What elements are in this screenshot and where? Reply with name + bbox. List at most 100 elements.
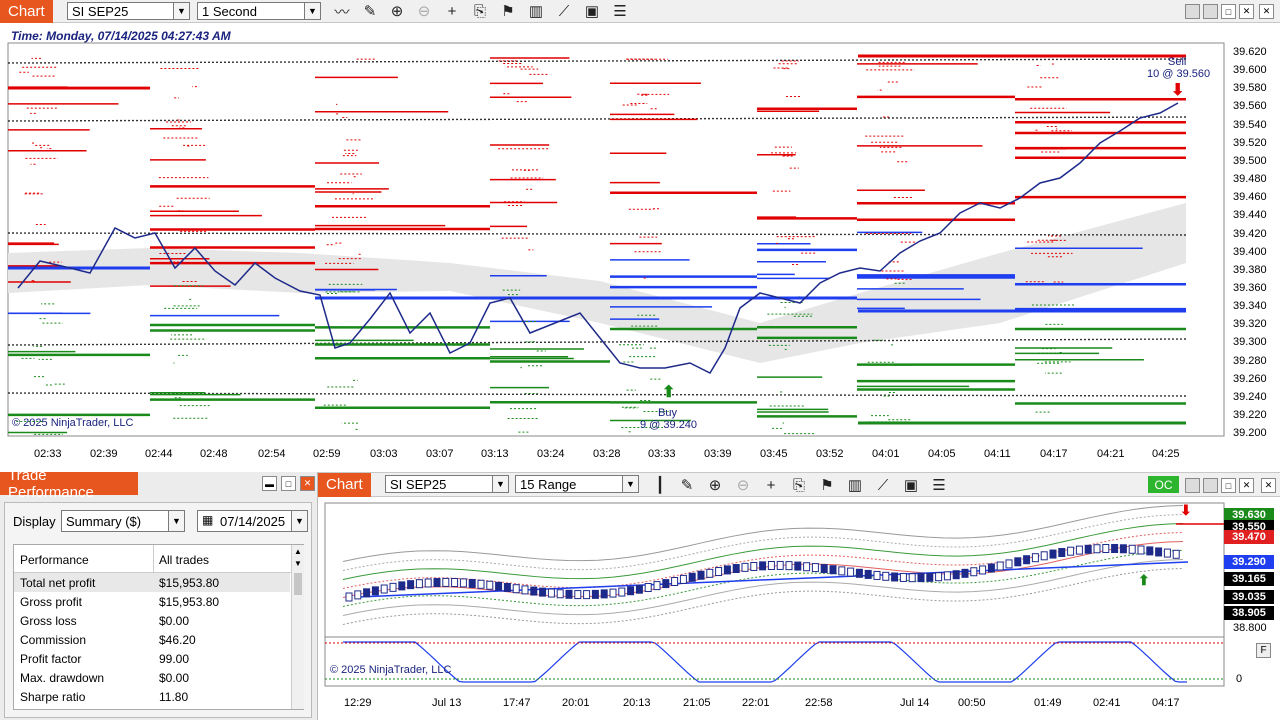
minimize-icon[interactable]: ▬ bbox=[262, 476, 277, 491]
restore-icon[interactable] bbox=[1203, 478, 1218, 493]
bar-type-icon[interactable]: ┃ bbox=[650, 475, 670, 495]
column-header-all-trades[interactable]: All trades bbox=[159, 553, 209, 567]
bottom-chart-tab[interactable]: Chart bbox=[318, 472, 371, 497]
drawing-tool-icon[interactable]: ⟋ bbox=[873, 475, 893, 495]
bottom-axis-low: 38.800 bbox=[1233, 622, 1267, 634]
price-tick-label: 39.520 bbox=[1233, 136, 1267, 149]
time-tick-label: 04:17 bbox=[1152, 697, 1180, 709]
column-header-performance[interactable]: Performance bbox=[20, 553, 89, 567]
candle bbox=[794, 561, 802, 571]
row-value: $15,953.80 bbox=[159, 594, 220, 609]
zoom-out-icon[interactable]: ⊖ bbox=[733, 475, 753, 495]
candle bbox=[539, 587, 547, 597]
price-tick-label: 39.540 bbox=[1233, 118, 1267, 131]
close-window-icon[interactable]: ✕ bbox=[1261, 478, 1276, 493]
time-tick-label: 04:17 bbox=[1040, 448, 1068, 460]
candle bbox=[926, 572, 934, 582]
time-tick-label: 04:11 bbox=[984, 448, 1011, 460]
maximize-icon[interactable]: □ bbox=[281, 476, 296, 491]
indicator-icon[interactable]: ▥ bbox=[845, 475, 865, 495]
close-icon[interactable]: ✕ bbox=[1239, 478, 1254, 493]
table-row[interactable]: Gross loss $0.00 bbox=[14, 611, 290, 630]
interval-value: 1 Second bbox=[202, 3, 257, 19]
drawing-tool-icon[interactable]: ⟋ bbox=[554, 1, 574, 21]
table-row[interactable]: Profit factor 99.00 bbox=[14, 649, 290, 668]
indicator-icon[interactable]: ▥ bbox=[526, 1, 546, 21]
strategy-icon[interactable]: ⚑ bbox=[817, 475, 837, 495]
candle bbox=[1111, 544, 1119, 554]
time-tick-label: 04:25 bbox=[1152, 448, 1180, 460]
candle bbox=[433, 578, 441, 588]
crosshair-icon[interactable]: + bbox=[442, 1, 462, 21]
bottom-interval-selector[interactable]: 15 Range ▼ bbox=[515, 475, 639, 493]
data-box-icon[interactable]: ▣ bbox=[582, 1, 602, 21]
chart-tab[interactable]: Chart bbox=[0, 0, 53, 23]
panel-toggle-icon[interactable]: F bbox=[1256, 643, 1271, 658]
table-scrollbar[interactable]: ▲ ▼ bbox=[291, 545, 304, 709]
candle bbox=[627, 586, 635, 596]
zoom-in-icon[interactable]: ⊕ bbox=[387, 1, 407, 21]
candle bbox=[477, 579, 485, 589]
candle bbox=[495, 581, 503, 591]
price-tick-label: 39.380 bbox=[1233, 263, 1267, 276]
date-selector[interactable]: ▦ 07/14/2025 ▼ bbox=[197, 510, 308, 532]
oc-button[interactable]: OC bbox=[1148, 476, 1179, 493]
candle bbox=[345, 592, 353, 602]
candle bbox=[1172, 549, 1180, 559]
candle bbox=[750, 561, 758, 571]
candle bbox=[591, 589, 599, 599]
table-row[interactable]: Max. drawdown $0.00 bbox=[14, 668, 290, 687]
price-tick-label: 39.400 bbox=[1233, 245, 1267, 258]
crosshair-icon[interactable]: + bbox=[761, 475, 781, 495]
data-box-icon[interactable]: ▣ bbox=[901, 475, 921, 495]
bottom-interval-value: 15 Range bbox=[520, 476, 577, 492]
zoom-out-icon[interactable]: ⊖ bbox=[414, 1, 434, 21]
candle bbox=[1067, 546, 1075, 556]
instrument-selector[interactable]: SI SEP25 ▼ bbox=[67, 2, 190, 20]
candle bbox=[873, 570, 881, 580]
bottom-instrument-selector[interactable]: SI SEP25 ▼ bbox=[385, 475, 509, 493]
table-row[interactable]: Total net profit $15,953.80 bbox=[14, 573, 290, 592]
restore-icon[interactable] bbox=[1203, 4, 1218, 19]
chevron-down-icon: ▼ bbox=[492, 476, 508, 492]
time-tick-label: 03:45 bbox=[760, 448, 788, 460]
top-chart-toolbar: Chart bbox=[0, 0, 1280, 23]
list-icon[interactable]: ☰ bbox=[610, 1, 630, 21]
close-icon[interactable]: ✕ bbox=[1239, 4, 1254, 19]
trade-performance-title[interactable]: Trade Performance bbox=[0, 467, 138, 501]
properties-icon[interactable]: ⎘ bbox=[470, 1, 490, 21]
maximize-icon[interactable]: □ bbox=[1221, 478, 1236, 493]
table-row[interactable]: Gross profit $15,953.80 bbox=[14, 592, 290, 611]
pencil-icon[interactable]: ✎ bbox=[360, 1, 380, 21]
chevron-down-icon: ▼ bbox=[168, 511, 184, 531]
close-icon[interactable]: ✕ bbox=[300, 476, 315, 491]
table-row[interactable]: Commission $46.20 bbox=[14, 630, 290, 649]
interval-selector[interactable]: 1 Second ▼ bbox=[197, 2, 321, 20]
range-chart[interactable] bbox=[318, 497, 1280, 720]
scroll-up-icon[interactable]: ▲ bbox=[294, 547, 302, 556]
minimize-icon[interactable] bbox=[1185, 4, 1200, 19]
scrollbar-thumb[interactable] bbox=[294, 573, 302, 595]
pencil-icon[interactable]: ✎ bbox=[677, 475, 697, 495]
price-tick-label: 39.440 bbox=[1233, 209, 1267, 222]
price-tick-label: 39.300 bbox=[1233, 336, 1267, 349]
price-tick-label: 39.480 bbox=[1233, 173, 1267, 186]
candle bbox=[979, 565, 987, 575]
properties-icon[interactable]: ⎘ bbox=[789, 475, 809, 495]
strategy-icon[interactable]: ⚑ bbox=[498, 1, 518, 21]
line-icon[interactable]: 〰 bbox=[332, 1, 352, 21]
candle bbox=[829, 565, 837, 575]
row-label: Profit factor bbox=[20, 651, 82, 666]
candle bbox=[644, 582, 652, 592]
scroll-down-icon[interactable]: ▼ bbox=[294, 559, 302, 568]
minimize-icon[interactable] bbox=[1185, 478, 1200, 493]
table-row[interactable]: Sharpe ratio 11.80 bbox=[14, 687, 290, 706]
close-window-icon[interactable]: ✕ bbox=[1259, 4, 1274, 19]
zoom-in-icon[interactable]: ⊕ bbox=[705, 475, 725, 495]
list-icon[interactable]: ☰ bbox=[929, 475, 949, 495]
display-selector[interactable]: Summary ($) ▼ bbox=[61, 510, 185, 532]
maximize-icon[interactable]: □ bbox=[1221, 4, 1236, 19]
sell-marker-detail: 10 @ 39.560 bbox=[1147, 68, 1211, 80]
main-price-chart[interactable] bbox=[0, 23, 1280, 468]
calendar-icon: ▦ bbox=[202, 513, 214, 527]
